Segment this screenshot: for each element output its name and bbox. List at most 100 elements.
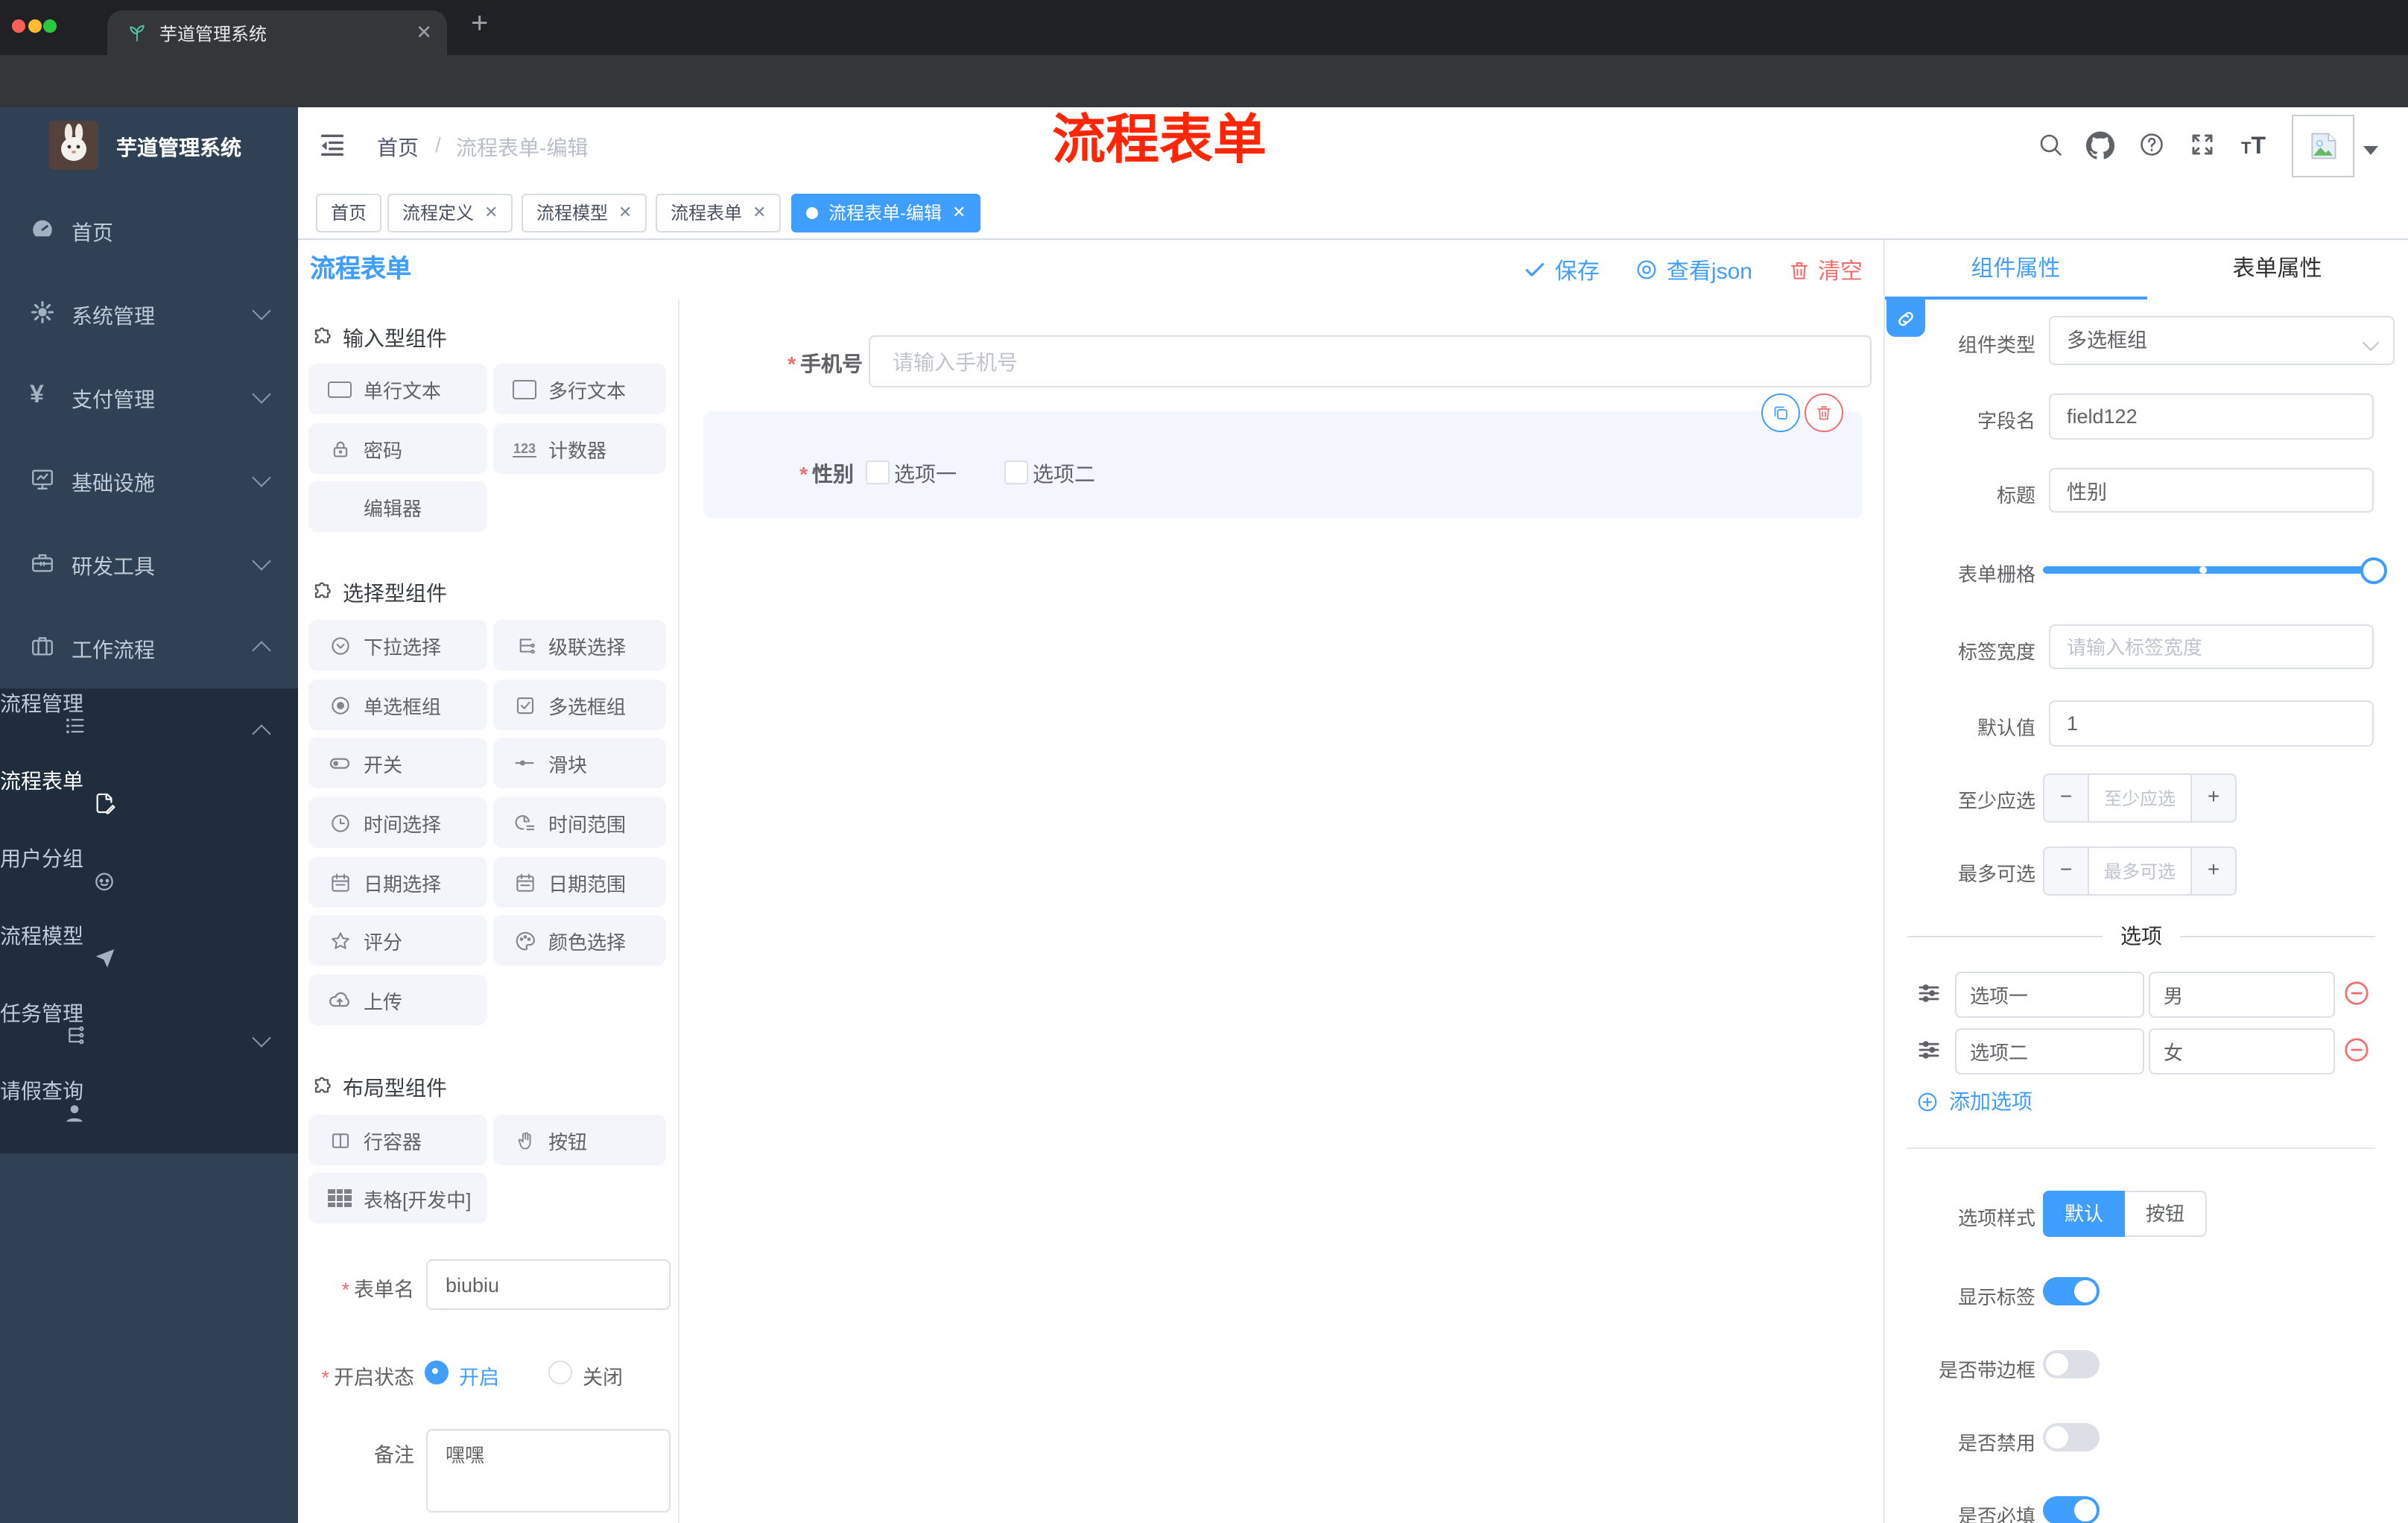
tag-process-form-edit[interactable]: 流程表单-编辑 ✕ — [791, 194, 981, 232]
close-icon[interactable]: ✕ — [618, 195, 632, 231]
palette-item-single-text[interactable]: 单行文本 — [308, 364, 487, 414]
border-switch[interactable] — [2043, 1350, 2100, 1378]
remark-textarea[interactable]: 嘿嘿 — [426, 1429, 671, 1513]
gender-option1-checkbox[interactable] — [866, 460, 890, 484]
palette-item-rate[interactable]: 评分 — [308, 915, 487, 966]
palette-item-checkbox-group[interactable]: 多选框组 — [493, 680, 666, 730]
palette-item-row-container[interactable]: 行容器 — [308, 1115, 487, 1165]
grid-slider-track[interactable] — [2043, 566, 2384, 574]
breadcrumb-home[interactable]: 首页 — [377, 133, 419, 162]
palette-item-password[interactable]: 密码 — [308, 423, 487, 474]
sidebar-item-workflow[interactable]: 工作流程 — [0, 605, 298, 688]
palette-item-cascader[interactable]: 级联选择 — [493, 620, 666, 671]
tag-process-model[interactable]: 流程模型 ✕ — [522, 194, 647, 232]
copy-component-button[interactable] — [1761, 393, 1800, 432]
fullscreen-icon[interactable] — [2189, 131, 2216, 158]
drag-handle-icon[interactable] — [1916, 1037, 1942, 1063]
browser-tab[interactable]: 芋道管理系统 ✕ — [107, 10, 447, 55]
drag-handle-icon[interactable] — [1916, 981, 1942, 1006]
gender-option2-checkbox[interactable] — [1004, 460, 1028, 484]
option2-label-input[interactable] — [1955, 1028, 2144, 1074]
sidebar-item-devtools[interactable]: 研发工具 — [0, 522, 298, 605]
palette-item-counter[interactable]: 123 计数器 — [493, 423, 666, 474]
sidebar-item-process-management[interactable]: 流程管理 — [0, 688, 298, 766]
status-off-label[interactable]: 关闭 — [583, 1361, 623, 1390]
remove-option-icon[interactable] — [2342, 979, 2371, 1007]
decrease-button[interactable]: − — [2044, 775, 2088, 821]
sidebar-item-user-group[interactable]: 用户分组 — [0, 843, 298, 921]
gender-option1-label[interactable]: 选项一 — [894, 459, 957, 489]
sidebar-item-process-model[interactable]: 流程模型 — [0, 921, 298, 998]
search-icon[interactable] — [2037, 131, 2064, 158]
palette-item-date-range[interactable]: 日期范围 — [493, 857, 666, 908]
status-on-radio[interactable] — [425, 1361, 449, 1384]
palette-item-table[interactable]: 表格[开发中] — [308, 1173, 487, 1223]
show-label-switch[interactable] — [2043, 1277, 2100, 1305]
close-icon[interactable]: ✕ — [484, 195, 498, 231]
required-switch[interactable] — [2043, 1496, 2100, 1523]
gender-option2-label[interactable]: 选项二 — [1033, 459, 1095, 489]
max-select-input[interactable] — [2088, 848, 2192, 894]
increase-button[interactable]: + — [2192, 775, 2235, 821]
close-icon[interactable]: ✕ — [952, 195, 966, 231]
new-tab-button[interactable]: + — [471, 7, 488, 42]
decrease-button[interactable]: − — [2044, 848, 2088, 894]
sidebar-item-infra[interactable]: 基础设施 — [0, 438, 298, 522]
github-icon[interactable] — [2086, 131, 2114, 159]
macos-zoom-light[interactable] — [43, 19, 57, 33]
min-select-input[interactable] — [2088, 775, 2192, 821]
avatar-caret-down-icon[interactable] — [2363, 146, 2378, 155]
palette-item-multi-text[interactable]: 多行文本 — [493, 364, 666, 414]
help-icon[interactable] — [2138, 131, 2165, 158]
add-option-button[interactable]: 添加选项 — [1916, 1086, 2032, 1116]
disabled-switch[interactable] — [2043, 1423, 2100, 1451]
tab-component-props[interactable]: 组件属性 — [1885, 240, 2146, 300]
clear-button[interactable]: 清空 — [1788, 254, 1863, 285]
label-width-input[interactable] — [2049, 624, 2374, 669]
delete-component-button[interactable] — [1805, 393, 1843, 432]
option1-label-input[interactable] — [1955, 972, 2144, 1018]
tab-close-icon[interactable]: ✕ — [416, 21, 432, 45]
style-default-button[interactable]: 默认 — [2043, 1191, 2125, 1237]
status-on-label[interactable]: 开启 — [459, 1361, 499, 1390]
palette-item-date-picker[interactable]: 日期选择 — [308, 857, 487, 908]
remove-option-icon[interactable] — [2342, 1036, 2371, 1064]
palette-item-select[interactable]: 下拉选择 — [308, 620, 487, 671]
font-size-icon[interactable]: TT — [2241, 134, 2266, 161]
tag-process-form[interactable]: 流程表单 ✕ — [656, 194, 782, 232]
sidebar-item-leave-query[interactable]: 请假查询 — [0, 1076, 298, 1153]
palette-item-upload[interactable]: 上传 — [308, 975, 487, 1025]
save-button[interactable]: 保存 — [1524, 254, 1600, 285]
title-input[interactable] — [2049, 468, 2374, 513]
component-type-select[interactable]: 多选框组 — [2049, 316, 2395, 365]
macos-minimize-light[interactable] — [28, 19, 41, 33]
avatar[interactable] — [2292, 115, 2354, 177]
sidebar-item-system[interactable]: 系统管理 — [0, 271, 298, 355]
tag-home[interactable]: 首页 — [316, 194, 382, 232]
field-name-input[interactable] — [2049, 393, 2374, 440]
palette-item-color-picker[interactable]: 颜色选择 — [493, 915, 666, 966]
tab-form-props[interactable]: 表单属性 — [2146, 240, 2408, 300]
link-icon[interactable] — [1886, 300, 1925, 337]
tag-process-definition[interactable]: 流程定义 ✕ — [387, 194, 513, 232]
sidebar-item-process-form[interactable]: 流程表单 — [0, 766, 298, 843]
palette-item-editor[interactable]: 编辑器 — [308, 481, 487, 532]
form-name-input[interactable] — [426, 1259, 671, 1310]
palette-item-switch[interactable]: 开关 — [308, 738, 487, 788]
palette-item-time-picker[interactable]: 时间选择 — [308, 797, 487, 848]
sidebar-item-task-management[interactable]: 任务管理 — [0, 998, 298, 1076]
increase-button[interactable]: + — [2192, 848, 2235, 894]
sidebar-item-home[interactable]: 首页 — [0, 188, 298, 271]
close-icon[interactable]: ✕ — [752, 195, 766, 231]
default-value-input[interactable] — [2049, 700, 2374, 747]
grid-slider-handle[interactable] — [2360, 557, 2387, 584]
phone-input[interactable] — [869, 335, 1872, 387]
view-json-button[interactable]: 查看json — [1635, 254, 1752, 285]
macos-close-light[interactable] — [12, 19, 25, 33]
sidebar-fold-icon[interactable] — [317, 130, 347, 159]
option1-value-input[interactable] — [2149, 972, 2335, 1018]
palette-item-radio-group[interactable]: 单选框组 — [308, 680, 487, 730]
palette-item-time-range[interactable]: 时间范围 — [493, 797, 666, 848]
sidebar-item-payment[interactable]: ¥ 支付管理 — [0, 355, 298, 438]
option2-value-input[interactable] — [2149, 1028, 2335, 1074]
